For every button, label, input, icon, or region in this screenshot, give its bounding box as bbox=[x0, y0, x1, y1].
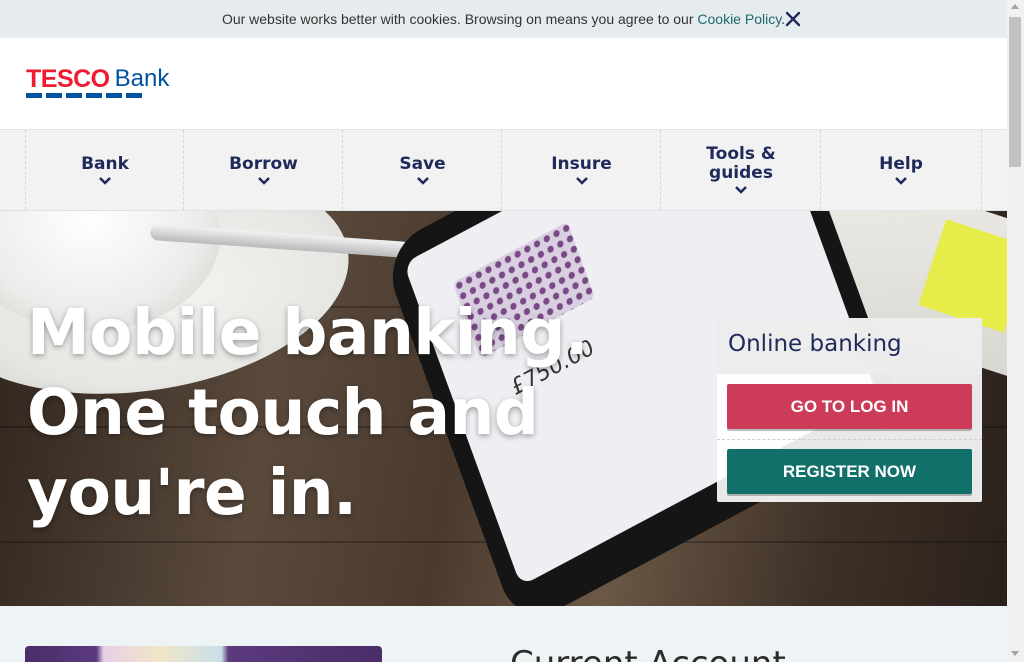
register-now-button[interactable]: REGISTER NOW bbox=[727, 449, 972, 494]
nav-label: Save bbox=[399, 153, 446, 174]
chevron-down-icon bbox=[575, 176, 588, 185]
scrollbar-thumb[interactable] bbox=[1009, 17, 1021, 167]
go-to-log-in-button[interactable]: GO TO LOG IN bbox=[727, 384, 972, 429]
hero-heading: Mobile banking. One touch and you're in. bbox=[27, 293, 589, 533]
hero-heading-line: you're in. bbox=[27, 456, 357, 529]
main-navigation: Bank Borrow Save Insure Tools & guides H… bbox=[0, 130, 1007, 211]
nav-label: Tools & guides bbox=[706, 144, 776, 183]
nav-label: Help bbox=[879, 153, 923, 174]
scroll-up-arrow-icon[interactable] bbox=[1011, 4, 1019, 9]
nav-item-insure[interactable]: Insure bbox=[501, 130, 661, 210]
panel-divider bbox=[717, 439, 982, 440]
logo-bank-wordmark: Bank bbox=[114, 65, 170, 92]
nav-label: Bank bbox=[81, 153, 129, 174]
nav-item-help[interactable]: Help bbox=[820, 130, 982, 210]
nav-item-tools-guides[interactable]: Tools & guides bbox=[660, 130, 821, 210]
nav-label: Insure bbox=[551, 153, 612, 174]
hero-heading-line: Mobile banking. bbox=[27, 296, 589, 369]
nav-item-borrow[interactable]: Borrow bbox=[183, 130, 343, 210]
cookie-message: Our website works better with cookies. B… bbox=[222, 11, 785, 27]
chevron-down-icon bbox=[735, 186, 747, 194]
cookie-message-text: Our website works better with cookies. B… bbox=[221, 11, 698, 27]
nav-label: Borrow bbox=[229, 153, 298, 174]
chevron-down-icon bbox=[416, 176, 429, 185]
cookie-policy-link[interactable]: Cookie Policy bbox=[697, 11, 781, 27]
page-scrollbar[interactable] bbox=[1007, 0, 1024, 662]
tesco-bank-logo[interactable]: TESCO Bank bbox=[26, 66, 169, 100]
chevron-down-icon bbox=[99, 176, 111, 185]
browser-viewport: Our website works better with cookies. B… bbox=[0, 0, 1007, 662]
nav-item-bank[interactable]: Bank bbox=[25, 130, 184, 210]
bank-card-image bbox=[25, 646, 382, 662]
site-header: TESCO Bank bbox=[0, 38, 1007, 130]
logo-stripes-icon bbox=[26, 93, 142, 98]
current-account-heading: Current Account bbox=[510, 644, 786, 662]
online-banking-header: Online banking bbox=[717, 318, 982, 374]
chevron-down-icon bbox=[895, 176, 907, 185]
nav-item-save[interactable]: Save bbox=[342, 130, 502, 210]
current-account-section: Current Account bbox=[0, 606, 1007, 662]
hero-heading-line: One touch and bbox=[27, 376, 539, 449]
online-banking-title: Online banking bbox=[728, 331, 902, 357]
logo-tesco-wordmark: TESCO bbox=[26, 66, 142, 98]
chevron-down-icon bbox=[257, 176, 270, 185]
scroll-down-arrow-icon[interactable] bbox=[1011, 651, 1019, 656]
close-icon bbox=[785, 11, 801, 27]
cookie-close-button[interactable] bbox=[782, 8, 804, 30]
online-banking-panel: Online banking GO TO LOG IN REGISTER NOW bbox=[717, 318, 982, 502]
hero-banner: £750.00 Mobile banking. One touch and yo… bbox=[0, 211, 1007, 606]
cookie-banner: Our website works better with cookies. B… bbox=[0, 0, 1007, 38]
